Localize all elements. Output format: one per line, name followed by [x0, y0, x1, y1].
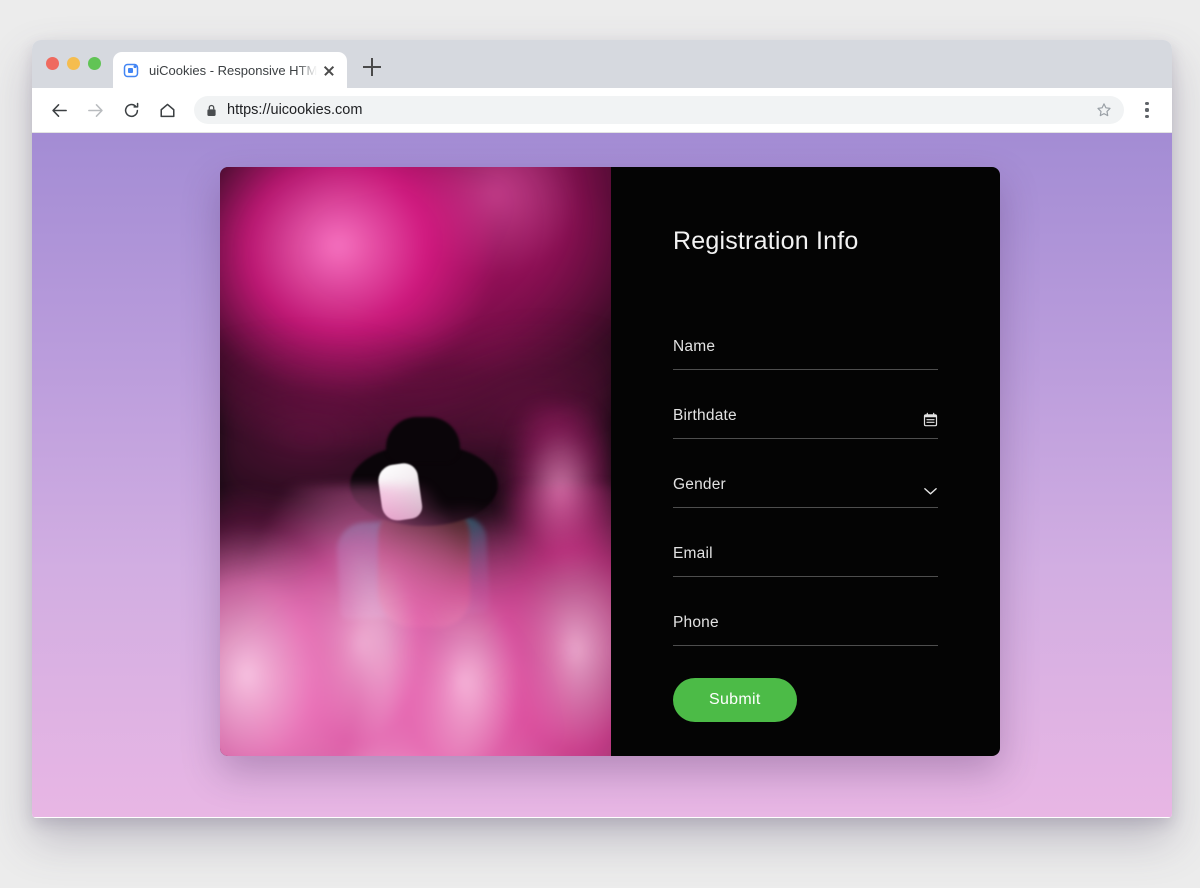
field-email[interactable]: Email [673, 508, 938, 577]
close-window-button[interactable] [46, 57, 59, 70]
field-label-gender: Gender [673, 476, 726, 494]
field-label-name: Name [673, 338, 715, 356]
new-tab-button[interactable] [359, 54, 385, 80]
window-controls [46, 57, 101, 70]
submit-button[interactable]: Submit [673, 678, 797, 722]
menu-dot-icon [1145, 115, 1148, 118]
page-viewport: Registration Info Name Birthdate [32, 133, 1172, 817]
field-phone[interactable]: Phone [673, 577, 938, 646]
registration-photo [220, 167, 611, 756]
tab-title: uiCookies - Responsive HTML [149, 63, 317, 78]
tab-favicon-icon [123, 62, 140, 79]
menu-dot-icon [1145, 102, 1148, 105]
browser-tab[interactable]: uiCookies - Responsive HTML [113, 52, 347, 88]
form-title: Registration Info [673, 227, 938, 256]
browser-menu-button[interactable] [1134, 95, 1160, 125]
browser-window: uiCookies - Responsive HTML [32, 40, 1172, 818]
submit-row: Submit [673, 646, 938, 722]
chevron-down-icon[interactable] [923, 486, 938, 496]
url-text: https://uicookies.com [227, 102, 1096, 118]
registration-card: Registration Info Name Birthdate [220, 167, 1000, 756]
home-button[interactable] [152, 95, 182, 125]
maximize-window-button[interactable] [88, 57, 101, 70]
field-gender[interactable]: Gender [673, 439, 938, 508]
tab-close-icon[interactable] [321, 62, 337, 78]
field-name[interactable]: Name [673, 301, 938, 370]
lock-icon [206, 104, 218, 117]
registration-form: Registration Info Name Birthdate [611, 167, 1000, 756]
star-icon[interactable] [1096, 102, 1112, 118]
address-bar[interactable]: https://uicookies.com [194, 96, 1124, 124]
tab-strip: uiCookies - Responsive HTML [32, 40, 1172, 88]
minimize-window-button[interactable] [67, 57, 80, 70]
menu-dot-icon [1145, 108, 1148, 111]
field-label-phone: Phone [673, 614, 719, 632]
figure-hat-crown [386, 417, 460, 463]
field-label-birthdate: Birthdate [673, 407, 737, 425]
pink-smoke-bottom [220, 485, 611, 756]
reload-button[interactable] [116, 95, 146, 125]
field-birthdate[interactable]: Birthdate [673, 370, 938, 439]
field-label-email: Email [673, 545, 713, 563]
forward-button[interactable] [80, 95, 110, 125]
calendar-icon[interactable] [923, 412, 938, 427]
browser-toolbar: https://uicookies.com [32, 88, 1172, 133]
back-button[interactable] [44, 95, 74, 125]
